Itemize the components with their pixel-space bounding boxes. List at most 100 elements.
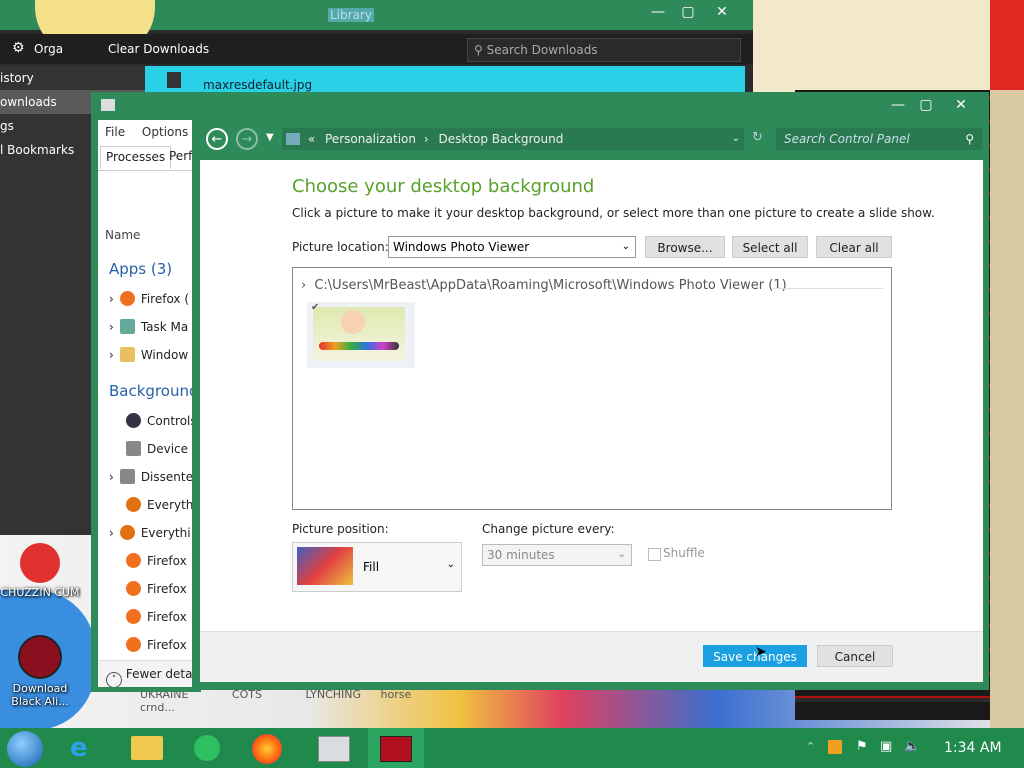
library-search-input[interactable]: ⚲ Search Downloads — [467, 38, 741, 62]
task-manager-tabs: Processes Perfo — [98, 144, 200, 171]
control-panel-titlebar[interactable]: — ▢ ✕ — [192, 92, 989, 120]
maximize-button[interactable]: ▢ — [911, 95, 941, 115]
process-row[interactable]: Firefox — [98, 606, 198, 628]
picture-list: › C:\Users\MrBeast\AppData\Roaming\Micro… — [292, 267, 892, 510]
library-titlebar[interactable]: Library — ▢ ✕ — [0, 0, 753, 57]
process-name: Task Ma — [140, 320, 189, 334]
minimize-button[interactable]: — — [644, 4, 672, 24]
address-bar[interactable]: « Personalization › Desktop Background ⌄ — [282, 128, 744, 150]
fewer-details-button[interactable]: ˄ Fewer detai — [98, 660, 198, 687]
folder-icon — [119, 347, 135, 362]
breadcrumb-desktop-background[interactable]: Desktop Background — [438, 132, 563, 146]
task-manager-content: File Options Processes Perfo Name Apps (… — [98, 120, 200, 687]
search-placeholder: Search Control Panel — [784, 132, 910, 146]
cancel-button[interactable]: Cancel — [817, 645, 893, 667]
tray-app-icon[interactable] — [828, 740, 842, 754]
start-button[interactable] — [7, 731, 43, 767]
control-panel-window: — ▢ ✕ ← → ▼ « Personalization › Desktop … — [192, 92, 989, 690]
desktop-icon-chuzzin[interactable]: CHUZZIN CUM — [0, 543, 80, 599]
volume-icon[interactable]: 🔈 — [904, 739, 920, 754]
process-name: Firefox — [147, 554, 187, 568]
task-manager-window: File Options Processes Perfo Name Apps (… — [91, 92, 201, 692]
search-control-panel-input[interactable]: Search Control Panel ⚲ — [776, 128, 982, 150]
process-row[interactable]: › Firefox ( — [98, 288, 198, 310]
chevron-up-icon[interactable]: ⌃ — [806, 740, 815, 753]
active-app-button[interactable] — [368, 728, 424, 768]
process-row[interactable]: › Dissente — [98, 466, 198, 488]
process-row[interactable]: › Window — [98, 344, 198, 366]
file-explorer-icon[interactable] — [131, 736, 163, 760]
spotify-icon[interactable] — [194, 735, 220, 761]
internet-explorer-icon[interactable]: e — [70, 734, 100, 762]
clock[interactable]: 1:34 AM — [944, 740, 1002, 756]
process-row[interactable]: › Everythi — [98, 522, 198, 544]
column-name-header[interactable]: Name — [105, 228, 140, 242]
shuffle-label: Shuffle — [663, 546, 705, 560]
forward-button[interactable]: → — [236, 128, 258, 150]
firefox-icon — [126, 581, 141, 596]
download-filename: maxresdefault.jpg — [203, 78, 313, 92]
process-row[interactable]: Firefox — [98, 634, 198, 656]
firefox-icon[interactable] — [252, 734, 282, 764]
select-all-button[interactable]: Select all — [732, 236, 808, 258]
picture-position-select[interactable]: Fill ⌄ — [292, 542, 462, 592]
thumbnail-face — [341, 310, 365, 334]
process-row[interactable]: Firefox — [98, 578, 198, 600]
process-row[interactable]: Firefox — [98, 550, 198, 572]
organize-button[interactable]: Orga — [34, 42, 63, 56]
refresh-icon[interactable]: ↻ — [752, 130, 763, 145]
menu-file[interactable]: File — [105, 125, 125, 139]
browse-button[interactable]: Browse... — [645, 236, 725, 258]
process-row[interactable]: Everythi — [98, 494, 198, 516]
folder-group-header[interactable]: › C:\Users\MrBeast\AppData\Roaming\Micro… — [301, 278, 787, 293]
process-row[interactable]: › Task Ma — [98, 316, 198, 338]
close-button[interactable]: ✕ — [708, 4, 736, 24]
wallpaper-thumbnail[interactable]: ✔ — [307, 302, 415, 368]
picture-location-value: Windows Photo Viewer — [393, 240, 530, 254]
thumbnail-dots — [319, 342, 399, 350]
desktop-icon-download[interactable]: Download Black Ali... — [0, 635, 80, 708]
background-section-header: Background — [109, 382, 199, 400]
dialog-footer: Save changes Cancel ➤ — [200, 631, 983, 682]
flower-preview-icon — [297, 547, 353, 585]
picture-position-label: Picture position: — [292, 522, 389, 536]
firefox-icon — [126, 609, 141, 624]
task-manager-icon[interactable] — [318, 736, 350, 762]
sidebar-item-history[interactable]: istory — [0, 66, 145, 90]
tab-processes[interactable]: Processes — [100, 146, 172, 169]
picture-location-label: Picture location: — [292, 240, 389, 254]
chuzzin-icon — [20, 543, 60, 583]
network-icon[interactable]: ▣ — [880, 739, 892, 754]
flag-icon[interactable]: ⚑ — [856, 739, 868, 754]
process-row[interactable]: Device A — [98, 438, 198, 460]
checkbox-icon[interactable]: ✔ — [311, 302, 319, 313]
change-picture-value: 30 minutes — [487, 548, 555, 562]
address-dropdown-icon[interactable]: ⌄ — [732, 128, 740, 150]
shuffle-checkbox[interactable] — [648, 548, 661, 561]
process-name: Controls — [147, 414, 197, 428]
maximize-button[interactable]: ▢ — [674, 4, 702, 24]
chevron-down-icon: ⌄ — [617, 549, 626, 560]
gear-icon[interactable]: ⚙ — [12, 40, 25, 56]
task-manager-icon — [101, 99, 115, 111]
firefox-icon — [126, 637, 141, 652]
breadcrumb-personalization[interactable]: Personalization — [325, 132, 416, 146]
close-button[interactable]: ✕ — [946, 95, 976, 115]
process-row[interactable]: Controls — [98, 410, 198, 432]
recent-pages-dropdown[interactable]: ▼ — [266, 132, 274, 143]
back-button[interactable]: ← — [206, 128, 228, 150]
clear-all-button[interactable]: Clear all — [816, 236, 892, 258]
menu-options[interactable]: Options — [142, 125, 188, 139]
file-icon — [167, 72, 181, 88]
wallpaper-right-strip — [990, 0, 1024, 768]
picture-location-select[interactable]: Windows Photo Viewer ⌄ — [388, 236, 636, 258]
change-picture-select[interactable]: 30 minutes ⌄ — [482, 544, 632, 566]
minimize-button[interactable]: — — [883, 95, 913, 115]
desktop-background-panel: Choose your desktop background Click a p… — [200, 160, 983, 682]
device-icon — [126, 441, 141, 456]
group-divider — [773, 288, 883, 289]
clear-downloads-button[interactable]: Clear Downloads — [108, 42, 209, 56]
firefox-icon — [119, 291, 135, 306]
chevron-down-icon: ⌄ — [621, 241, 630, 252]
picture-position-value: Fill — [363, 560, 380, 574]
